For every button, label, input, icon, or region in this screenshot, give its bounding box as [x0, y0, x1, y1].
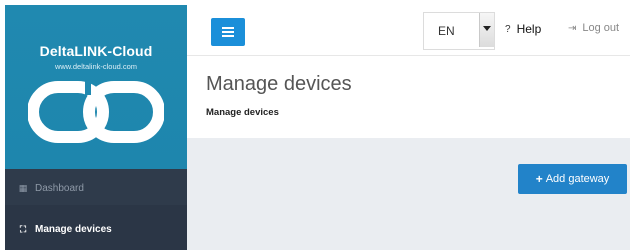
- brand-title: DeltaLINK-Cloud: [39, 43, 153, 59]
- help-label: Help: [516, 22, 542, 36]
- top-navbar: EN ? Help ⇥ Log out: [187, 5, 630, 56]
- sidebar-item-dashboard[interactable]: ▦ Dashboard: [5, 171, 187, 205]
- brand-panel: DeltaLINK-Cloud www.deltalink-cloud.com: [5, 5, 187, 169]
- sidebar-item-label: Dashboard: [35, 182, 84, 194]
- main-content: + Add gateway: [187, 138, 630, 250]
- sitemap-icon: ⛶: [19, 223, 27, 234]
- language-select[interactable]: EN: [423, 12, 495, 50]
- menu-toggle-button[interactable]: [211, 18, 245, 46]
- brand-url: www.deltalink-cloud.com: [54, 62, 138, 71]
- page-title: Manage devices: [206, 73, 352, 95]
- chevron-down-icon[interactable]: [479, 13, 494, 47]
- chain-link-logo-icon: [28, 81, 164, 143]
- question-icon: ?: [505, 23, 511, 35]
- add-gateway-label: Add gateway: [545, 173, 610, 185]
- page-header: Manage devices Manage devices: [187, 56, 630, 138]
- language-value: EN: [438, 24, 455, 38]
- plus-icon: +: [535, 172, 543, 186]
- dashboard-grid-icon: ▦: [18, 182, 28, 193]
- sign-out-icon: ⇥: [568, 22, 577, 34]
- logout-label: Log out: [582, 22, 620, 34]
- sidebar: DeltaLINK-Cloud www.deltalink-cloud.com …: [5, 5, 187, 250]
- help-link[interactable]: ? Help: [505, 22, 541, 36]
- breadcrumb: Manage devices: [206, 107, 279, 118]
- hamburger-icon: [222, 27, 234, 37]
- sidebar-item-manage-devices[interactable]: ⛶ Manage devices: [5, 212, 187, 246]
- sidebar-item-label: Manage devices: [35, 223, 112, 235]
- add-gateway-button[interactable]: + Add gateway: [518, 164, 627, 194]
- logout-link[interactable]: ⇥ Log out: [568, 22, 619, 34]
